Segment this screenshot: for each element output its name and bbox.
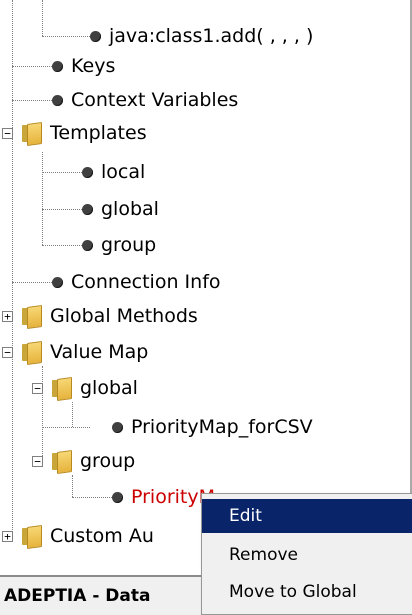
menu-item-label: Edit: [229, 506, 262, 526]
tree-item-custom-au[interactable]: Custom Au: [22, 518, 154, 554]
collapse-icon[interactable]: −: [2, 128, 13, 139]
folder-icon: [22, 340, 42, 366]
tree-connector: [42, 152, 43, 245]
tree-item-label: global: [101, 198, 159, 220]
bullet-icon: [52, 94, 63, 106]
menu-item-move-to-global[interactable]: Move to Global: [202, 575, 412, 609]
tree-connector: [42, 0, 43, 36]
tree-item-label: group: [80, 450, 136, 472]
bullet-icon: [112, 491, 123, 503]
collapse-icon[interactable]: −: [2, 347, 13, 358]
tree-item-prioritymap-group[interactable]: PriorityM: [112, 479, 215, 515]
tree-item-label: Context Variables: [71, 89, 239, 111]
tree-view[interactable]: java:class1.add( , , , ) Keys Context Va…: [0, 0, 410, 575]
menu-item-edit[interactable]: Edit: [202, 499, 412, 533]
tree-item-label: local: [101, 161, 146, 183]
tree-connector: [42, 36, 90, 37]
bullet-icon: [52, 276, 63, 288]
tree-item-label: global: [80, 377, 138, 399]
tree-item-label: Keys: [71, 55, 116, 77]
tree-item-label: java:class1.add( , , , ): [109, 25, 314, 47]
expand-icon[interactable]: +: [2, 311, 13, 322]
tree-item-java-class1-add[interactable]: java:class1.add( , , , ): [90, 18, 313, 54]
tree-item-value-map[interactable]: Value Map: [22, 334, 148, 370]
bullet-icon: [52, 60, 63, 72]
tree-item-local[interactable]: local: [82, 154, 145, 190]
tree-item-context-variables[interactable]: Context Variables: [52, 82, 238, 118]
bullet-icon: [82, 203, 93, 215]
tree-connector: [42, 366, 43, 462]
menu-item-label: Remove: [229, 545, 298, 565]
tree-item-label: Templates: [50, 122, 147, 144]
folder-icon: [52, 376, 72, 402]
collapse-icon[interactable]: −: [32, 383, 43, 394]
tree-item-value-map-group[interactable]: group: [52, 443, 135, 479]
status-bar-text: ADEPTIA - Data: [4, 586, 151, 606]
tree-item-connection-info[interactable]: Connection Info: [52, 264, 221, 300]
tree-item-prioritymap-forcsv[interactable]: PriorityMap_forCSV: [112, 409, 313, 445]
folder-icon: [22, 524, 42, 550]
tree-item-group[interactable]: group: [82, 227, 156, 263]
tree-connector: [12, 0, 13, 316]
tree-item-label: group: [101, 234, 157, 256]
bullet-icon: [82, 166, 93, 178]
tree-item-global[interactable]: global: [82, 191, 159, 227]
context-menu: Edit Remove Move to Global: [201, 493, 412, 615]
tree-item-label: PriorityMap_forCSV: [131, 416, 313, 438]
folder-icon: [22, 121, 42, 147]
bullet-icon: [90, 30, 101, 42]
tree-item-global-methods[interactable]: Global Methods: [22, 298, 198, 334]
menu-item-label: Move to Global: [229, 582, 357, 602]
bullet-icon: [82, 239, 93, 251]
tree-item-label: Connection Info: [71, 271, 221, 293]
tree-item-value-map-global[interactable]: global: [52, 370, 138, 406]
folder-icon: [52, 449, 72, 475]
menu-item-remove[interactable]: Remove: [202, 538, 412, 572]
tree-item-label: Global Methods: [50, 305, 198, 327]
folder-icon: [22, 304, 42, 330]
tree-item-label: Value Map: [50, 341, 149, 363]
collapse-icon[interactable]: −: [32, 456, 43, 467]
tree-item-keys[interactable]: Keys: [52, 48, 115, 84]
expand-icon[interactable]: +: [2, 531, 13, 542]
tree-connector: [42, 427, 90, 428]
tree-item-label: Custom Au: [50, 525, 154, 547]
bullet-icon: [112, 421, 123, 433]
tree-item-templates[interactable]: Templates: [22, 115, 147, 151]
